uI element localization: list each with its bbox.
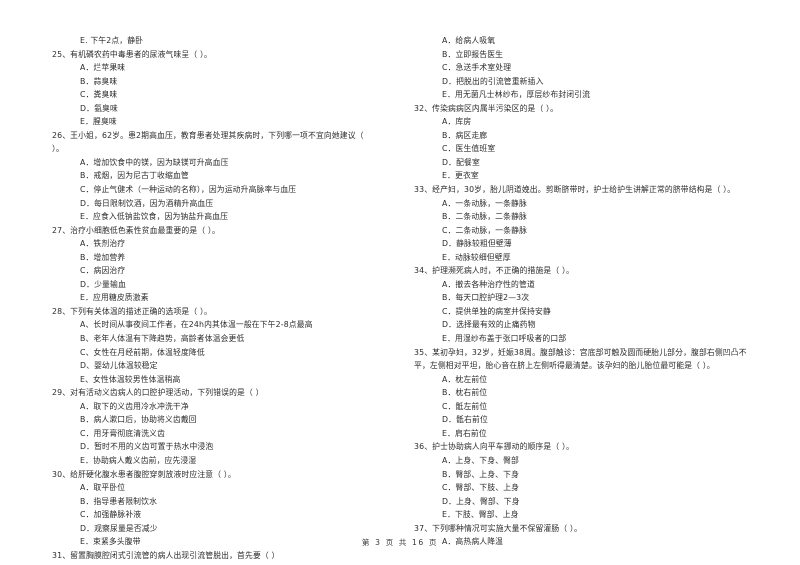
option-item: A．给病人吸氧 bbox=[442, 36, 496, 45]
question-stem-36: 36、护士协助病人向平车挪动的顺序是（ ）。 bbox=[414, 442, 574, 452]
question-stem-32: 32、传染病病区内属半污染区的是（ ）。 bbox=[414, 103, 559, 113]
option-item: C．停止气健术（一种运动的名称），因为运动升高脉率与血压 bbox=[80, 185, 297, 195]
question-stem-31: 31、留置胸膜腔闭式引流管的病人出现引流管脱出，首先要（ ） bbox=[52, 550, 280, 560]
option-item: D．上身、臀部、下身 bbox=[442, 496, 520, 506]
option-item: C．提供单独的病室并保持安静 bbox=[442, 306, 551, 316]
option-item: D．氨臭味 bbox=[80, 103, 118, 113]
option-item: E．更衣室 bbox=[442, 171, 479, 181]
option-item: D．少量输血 bbox=[80, 279, 126, 289]
option-item: B．每天口腔护理2—3次 bbox=[442, 293, 530, 303]
option-item: A．枕左前位 bbox=[442, 374, 488, 384]
option-item: D．配餐室 bbox=[442, 157, 480, 167]
option-item: E．应用糖皮质激素 bbox=[80, 293, 149, 303]
question-stem-25: 25、有机磷农药中毒患者的尿液气味呈（ ）。 bbox=[52, 49, 212, 59]
right-column: A．给病人吸氧 B．立即报告医生 C．急送手术室处理 D．把脱出的引流管重新插入… bbox=[414, 34, 754, 546]
option-item: C．骶左前位 bbox=[442, 401, 488, 411]
option-item: C．加强静脉补液 bbox=[80, 510, 142, 520]
question-stem-26-continued: ）。 bbox=[52, 144, 64, 154]
question-stem-34: 34、护理濒死病人时，不正确的措施是（ ）。 bbox=[414, 266, 574, 276]
question-stem-29: 29、对有活动义齿病人的口腔护理活动，下列错误的是（ ） bbox=[52, 388, 264, 398]
option-item: E、女性体温较男性体温稍高 bbox=[80, 374, 181, 384]
option-item: D．观察尿量是否减少 bbox=[80, 523, 158, 533]
option-item: A．库房 bbox=[442, 117, 472, 127]
two-column-body: E. 下午2点，静卧 25、有机磷农药中毒患者的尿液气味呈（ ）。 A．烂苹果味… bbox=[52, 34, 748, 560]
option-item: B．立即报告医生 bbox=[442, 49, 504, 59]
option-item: E．下肢、臀部、上身 bbox=[442, 510, 519, 520]
option-item: A．上身、下身、臀部 bbox=[442, 455, 520, 465]
option-item: B．臀部、上身、下身 bbox=[442, 469, 520, 479]
question-stem-26: 26、王小姐，62岁。患2期高血压，教育患者处理其疾病时，下列哪一项不宜向她建议… bbox=[52, 130, 364, 140]
option-item: D．暂时不用的义齿可置于热水中浸泡 bbox=[80, 442, 214, 452]
option-item: D、婴幼儿体温较稳定 bbox=[80, 361, 158, 371]
question-stem-35: 35、某初孕妇，32岁，妊娠38周。腹部触诊：宫底部可触及圆而硬胎儿部分，腹部右… bbox=[414, 347, 747, 357]
option-item: E．用湿纱布盖于张口呼吸者的口部 bbox=[442, 334, 567, 344]
option-item: A．取平卧位 bbox=[80, 483, 126, 493]
option-item: D．骶右前位 bbox=[442, 415, 488, 425]
option-item: B．戒烟，因为尼古丁收缩血管 bbox=[80, 171, 189, 181]
question-stem-35-continued: 平，左侧相对平坦，胎心音在脐上左侧听得最清楚。该孕妇的胎儿胎位最可能是（ ）。 bbox=[414, 361, 715, 371]
option-item: C、女性在月经前期，体温轻度降低 bbox=[80, 347, 205, 357]
option-item: C．臀部、下肢、上身 bbox=[442, 483, 520, 493]
option-item: E．动脉较细但壁厚 bbox=[442, 252, 511, 262]
option-item: B．二条动脉，二条静脉 bbox=[442, 212, 527, 222]
option-item: D．每日限制饮酒，因为酒精升高血压 bbox=[80, 198, 214, 208]
option-item: C．医生值班室 bbox=[442, 144, 496, 154]
left-column: E. 下午2点，静卧 25、有机磷农药中毒患者的尿液气味呈（ ）。 A．烂苹果味… bbox=[52, 34, 392, 560]
option-item: E．腥臭味 bbox=[80, 117, 117, 127]
option-item: A、长时间从事夜间工作者，在24h内其体温一般在下午2-8点最高 bbox=[80, 320, 313, 330]
option-item: C．用牙膏彻底清洗义齿 bbox=[80, 428, 166, 438]
option-item: C．急送手术室处理 bbox=[442, 63, 512, 73]
option-item: E．肩右前位 bbox=[442, 428, 487, 438]
option-item: A．增加饮食中的镁，因为缺镁可升高血压 bbox=[80, 157, 229, 167]
option-item: E．用无菌凡士林纱布，厚层纱布封闭引流 bbox=[442, 90, 591, 100]
option-item: E．协助病人戴义齿前，应先浸湿 bbox=[80, 455, 197, 465]
question-stem-33: 33、经产妇，30岁，胎儿阴道娩出。剪断脐带时，护士给护生讲解正常的脐带结构是（… bbox=[414, 185, 736, 195]
option-item: A．撤去各种治疗性的管道 bbox=[442, 279, 535, 289]
option-item: A．一条动脉，一条静脉 bbox=[442, 198, 527, 208]
option-item: A．取下的义齿用冷水冲洗干净 bbox=[80, 401, 189, 411]
question-stem-27: 27、治疗小细胞低色素性贫血最重要的是（ ）。 bbox=[52, 225, 220, 235]
option-item: E. 下午2点，静卧 bbox=[80, 36, 144, 45]
option-item: C．二条动脉，一条静脉 bbox=[442, 225, 528, 235]
option-item: A．烂苹果味 bbox=[80, 63, 126, 73]
question-stem-37: 37、下列哪种情况可实施大量不保留灌肠（ ）。 bbox=[414, 523, 582, 533]
option-item: D．选择最有效的止痛药物 bbox=[442, 320, 536, 330]
option-item: B．枕右前位 bbox=[442, 388, 488, 398]
exam-page: E. 下午2点，静卧 25、有机磷农药中毒患者的尿液气味呈（ ）。 A．烂苹果味… bbox=[0, 0, 800, 565]
page-footer: 第 3 页 共 16 页 bbox=[361, 538, 439, 547]
option-item: D．把脱出的引流管重新插入 bbox=[442, 76, 544, 86]
option-item: B．蒜臭味 bbox=[80, 76, 118, 86]
option-item: A．铁剂治疗 bbox=[80, 239, 126, 249]
option-item: C．粪臭味 bbox=[80, 90, 118, 100]
option-item: D．静脉较粗但壁薄 bbox=[442, 239, 512, 249]
option-item: B、老年人体温有下降趋势，高龄者体温会更低 bbox=[80, 334, 245, 344]
option-item: B．病区走廊 bbox=[442, 130, 488, 140]
question-stem-28: 28、下列有关体温的描述正确的选项是（ ）。 bbox=[52, 306, 212, 316]
question-stem-30: 30、给肝硬化腹水患者腹腔穿刺放液时应注意（ ）。 bbox=[52, 469, 236, 479]
option-item: B．指导患者限制饮水 bbox=[80, 496, 158, 506]
option-item: C．病因治疗 bbox=[80, 266, 126, 276]
option-item: E．应食入低钠盐饮食，因为钠盐升高血压 bbox=[80, 212, 229, 222]
option-item: B．病人漱口后，协助将义齿戴回 bbox=[80, 415, 197, 425]
option-item: B．增加营养 bbox=[80, 252, 126, 262]
